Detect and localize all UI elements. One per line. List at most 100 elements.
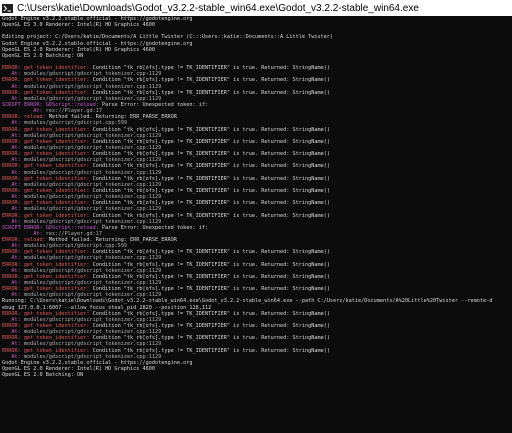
console-line-segment: SCRIPT ERROR: GDScript::reload: bbox=[2, 224, 102, 231]
console-line-segment: At: bbox=[2, 132, 24, 139]
console-line-segment: modules/gdscript/gdscript_tokenizer.cpp:… bbox=[23, 132, 162, 139]
console-line-segment: Parse Error: Unexpected token: if: bbox=[101, 224, 209, 231]
console-line-segment: ERROR: get_token_identifier: bbox=[2, 138, 93, 145]
title-bar[interactable]: C:\Users\katie\Downloads\Godot_v3.2.2-st… bbox=[0, 0, 512, 16]
console-line-segment: Condition "tk_rb[ofs].type != TK_IDENTIF… bbox=[92, 187, 330, 194]
console-line-segment: modules/gdscript/gdscript_tokenizer.cpp:… bbox=[23, 181, 162, 188]
console-line-segment: Condition "tk_rb[ofs].type != TK_IDENTIF… bbox=[92, 65, 330, 72]
console-line-segment: modules/gdscript/gdscript_tokenizer.cpp:… bbox=[23, 194, 162, 201]
console-line-segment: ERROR: reload: bbox=[2, 237, 49, 244]
console-line-segment: modules/gdscript/gdscript_tokenizer.cpp:… bbox=[23, 267, 162, 274]
console-line-segment: ERROR: get_token_identifier: bbox=[2, 273, 93, 280]
console-line-segment: Condition "tk_rb[ofs].type != TK_IDENTIF… bbox=[92, 310, 330, 317]
console-line-segment: At: bbox=[2, 255, 24, 262]
console-line-segment: Condition "tk_rb[ofs].type != TK_IDENTIF… bbox=[92, 200, 330, 207]
console-line-segment: ERROR: get_token_identifier: bbox=[2, 163, 93, 170]
console-line-segment: ebug 127.0.0.1:6007 --allow_focus_steal_… bbox=[2, 304, 212, 311]
console-line-segment: Condition "tk_rb[ofs].type != TK_IDENTIF… bbox=[92, 138, 330, 145]
console-line-segment: At: bbox=[2, 144, 24, 151]
console-line-segment: At: bbox=[2, 243, 24, 250]
console-line-segment: modules/gdscript/gdscript_tokenizer.cpp:… bbox=[23, 353, 162, 360]
console-line-segment: modules/gdscript/gdscript_tokenizer.cpp:… bbox=[23, 169, 162, 176]
console-line-segment: Condition "tk_rb[ofs].type != TK_IDENTIF… bbox=[92, 175, 330, 182]
console-line-segment: SCRIPT ERROR: GDScript::reload: bbox=[2, 101, 102, 108]
console-line-segment: At: bbox=[2, 230, 46, 237]
console-line-segment: ERROR: get_token_identifier: bbox=[2, 286, 93, 293]
console-line-segment: At: bbox=[2, 71, 24, 78]
console-line-segment: Condition "tk_rb[ofs].type != TK_IDENTIF… bbox=[92, 212, 330, 219]
console-line-segment: At: bbox=[2, 280, 24, 287]
console-line-segment: At: bbox=[2, 108, 46, 115]
console-line-segment: At: bbox=[2, 95, 24, 102]
console-icon bbox=[2, 3, 13, 13]
console-line-segment: modules/gdscript/gdscript_tokenizer.cpp:… bbox=[23, 206, 162, 213]
console-line-segment: modules/gdscript/gdscript.cpp:599 bbox=[23, 120, 127, 127]
console-line-segment: ERROR: get_token_identifier: bbox=[2, 187, 93, 194]
console-line-segment: At: bbox=[2, 218, 24, 225]
console-line-segment: modules/gdscript/gdscript_tokenizer.cpp:… bbox=[23, 329, 162, 336]
console-line-segment: ERROR: get_token_identifier: bbox=[2, 323, 93, 330]
console-line-segment: At: bbox=[2, 267, 24, 274]
console-line-segment: At: bbox=[2, 292, 24, 299]
console-line-segment: At: bbox=[2, 206, 24, 213]
console-line-segment: Condition "tk_rb[ofs].type != TK_IDENTIF… bbox=[92, 249, 330, 256]
console-line: OpenGL ES 2.0 Batching: ON bbox=[2, 372, 510, 378]
console-line-segment: Method failed. Returning: ERR_PARSE_ERRO… bbox=[48, 237, 177, 244]
console-line-segment: modules/gdscript/gdscript_tokenizer.cpp:… bbox=[23, 292, 162, 299]
console-line-segment: Condition "tk_rb[ofs].type != TK_IDENTIF… bbox=[92, 126, 330, 133]
console-line-segment: Editing project: C:/Users/katie/Document… bbox=[2, 34, 334, 41]
console-line-segment: res://Player.gd:17 bbox=[45, 230, 102, 237]
console-line-segment: ERROR: get_token_identifier: bbox=[2, 310, 93, 317]
console-line-segment: ERROR: get_token_identifier: bbox=[2, 77, 93, 84]
console-window: C:\Users\katie\Downloads\Godot_v3.2.2-st… bbox=[0, 0, 512, 433]
console-line-segment: At: bbox=[2, 329, 24, 336]
console-line-segment: At: bbox=[2, 83, 24, 90]
console-line-segment: modules/gdscript/gdscript_tokenizer.cpp:… bbox=[23, 71, 162, 78]
console-line-segment: At: bbox=[2, 341, 24, 348]
console-line-segment: modules/gdscript/gdscript_tokenizer.cpp:… bbox=[23, 280, 162, 287]
console-line-segment: Condition "tk_rb[ofs].type != TK_IDENTIF… bbox=[92, 163, 330, 170]
console-line-segment: At: bbox=[2, 194, 24, 201]
console-line-segment: modules/gdscript/gdscript_tokenizer.cpp:… bbox=[23, 218, 162, 225]
console-line-segment: ERROR: get_token_identifier: bbox=[2, 151, 93, 158]
console-line-segment: OpenGL ES 3.0 Renderer: Intel(R) HD Grap… bbox=[2, 22, 156, 29]
console-line-segment: At: bbox=[2, 316, 24, 323]
console-line-segment: Condition "tk_rb[ofs].type != TK_IDENTIF… bbox=[92, 261, 330, 268]
console-line-segment: modules/gdscript/gdscript_tokenizer.cpp:… bbox=[23, 144, 162, 151]
console-line-segment: Condition "tk_rb[ofs].type != TK_IDENTIF… bbox=[92, 335, 330, 342]
console-line-segment: ERROR: get_token_identifier: bbox=[2, 200, 93, 207]
console-line-segment: Godot Engine v3.2.2.stable.official - ht… bbox=[2, 40, 193, 47]
console-line-segment: Condition "tk_rb[ofs].type != TK_IDENTIF… bbox=[92, 77, 330, 84]
console-line-segment: modules/gdscript/gdscript_tokenizer.cpp:… bbox=[23, 83, 162, 90]
console-line-segment: Godot Engine v3.2.2.stable.official - ht… bbox=[2, 359, 193, 366]
console-line-segment: ERROR: reload: bbox=[2, 114, 49, 121]
console-line-segment: Condition "tk_rb[ofs].type != TK_IDENTIF… bbox=[92, 347, 330, 354]
console-line-segment: ERROR: get_token_identifier: bbox=[2, 126, 93, 133]
console-line-segment: At: bbox=[2, 169, 24, 176]
console-line-segment: Condition "tk_rb[ofs].type != TK_IDENTIF… bbox=[92, 151, 330, 158]
console-line-segment: ERROR: get_token_identifier: bbox=[2, 175, 93, 182]
console-line-segment: At: bbox=[2, 181, 24, 188]
console-line-segment: ERROR: get_token_identifier: bbox=[2, 261, 93, 268]
console-line-segment: modules/gdscript/gdscript.cpp:599 bbox=[23, 243, 127, 250]
console-line-segment: modules/gdscript/gdscript_tokenizer.cpp:… bbox=[23, 157, 162, 164]
console-line-segment: Running: C:\Users\katie\Downloads\Godot_… bbox=[2, 298, 493, 305]
console-line-segment: Parse Error: Unexpected token: if: bbox=[101, 101, 209, 108]
console-line-segment: ERROR: get_token_identifier: bbox=[2, 89, 93, 96]
console-line-segment: At: bbox=[2, 353, 24, 360]
console-line-segment: ERROR: get_token_identifier: bbox=[2, 65, 93, 72]
console-line-segment: modules/gdscript/gdscript_tokenizer.cpp:… bbox=[23, 255, 162, 262]
console-line-segment: OpenGL ES 2.0 Renderer: Intel(R) HD Grap… bbox=[2, 46, 156, 53]
console-line-segment: ERROR: get_token_identifier: bbox=[2, 347, 93, 354]
console-line-segment: modules/gdscript/gdscript_tokenizer.cpp:… bbox=[23, 316, 162, 323]
console-line-segment: Condition "tk_rb[ofs].type != TK_IDENTIF… bbox=[92, 323, 330, 330]
console-line-segment: Condition "tk_rb[ofs].type != TK_IDENTIF… bbox=[92, 273, 330, 280]
console-line-segment: At: bbox=[2, 120, 24, 127]
console-line-segment: res://Player.gd:17 bbox=[45, 108, 102, 115]
console-line-segment: OpenGL ES 2.0 Batching: ON bbox=[2, 52, 84, 59]
console-line-segment: modules/gdscript/gdscript_tokenizer.cpp:… bbox=[23, 95, 162, 102]
console-line-segment: Method failed. Returning: ERR_PARSE_ERRO… bbox=[48, 114, 177, 121]
console-output[interactable]: Godot Engine v3.2.2.stable.official - ht… bbox=[0, 16, 512, 433]
window-title: C:\Users\katie\Downloads\Godot_v3.2.2-st… bbox=[17, 2, 419, 14]
console-line-segment: ERROR: get_token_identifier: bbox=[2, 335, 93, 342]
